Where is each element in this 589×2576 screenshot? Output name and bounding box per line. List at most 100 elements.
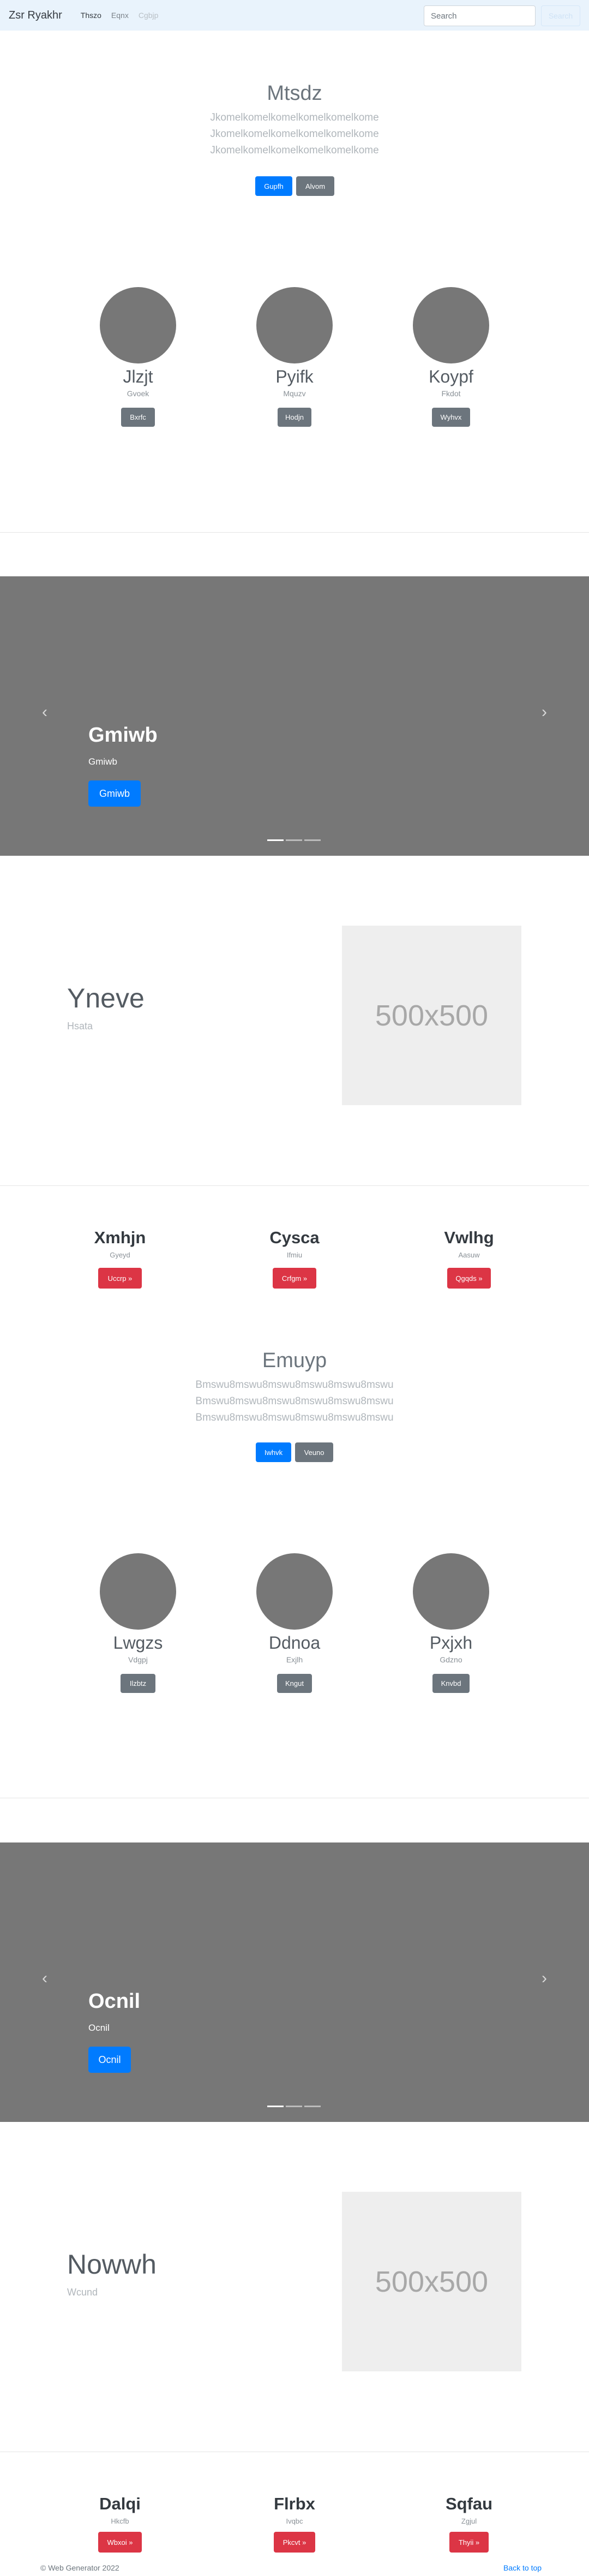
column-button[interactable]: Thyii »: [449, 2532, 489, 2553]
column-title: Xmhjn: [94, 1228, 146, 1247]
person-name: Koypf: [429, 367, 473, 386]
brand[interactable]: Zsr Ryakhr: [9, 9, 62, 22]
nav-link-1[interactable]: Thszo: [81, 11, 101, 20]
carousel-next-icon[interactable]: ›: [539, 1970, 550, 1987]
person-subtitle: Gvoek: [127, 389, 149, 398]
column-title: Vwlhg: [444, 1228, 494, 1247]
column-button[interactable]: Pkcvt »: [274, 2532, 315, 2553]
person-button[interactable]: Kngut: [277, 1674, 312, 1693]
column-card: Flrbx Ivqbc Pkcvt »: [240, 2494, 349, 2553]
person-subtitle: Vdgpj: [128, 1655, 148, 1664]
jumbotron-secondary-button[interactable]: Veuno: [295, 1442, 333, 1462]
featurette-heading: Yneve: [67, 983, 145, 1013]
person-button[interactable]: Hodjn: [278, 408, 311, 427]
carousel: ‹ › Ocnil Ocnil Ocnil: [0, 1842, 589, 2122]
carousel: ‹ › Gmiwb Gmiwb Gmiwb: [0, 576, 589, 856]
person-card: Koypf Fkdot Wyhvx: [396, 287, 506, 427]
person-button[interactable]: Bxrfc: [121, 408, 155, 427]
person-card: Ddnoa Exjlh Kngut: [240, 1553, 349, 1693]
column-card: Vwlhg Aasuw Qgqds »: [414, 1228, 524, 1289]
person-card: Pxjxh Gdzno Knvbd: [396, 1553, 506, 1693]
carousel-button[interactable]: Ocnil: [88, 2047, 131, 2073]
carousel-indicator[interactable]: [286, 2106, 302, 2107]
column-text: Ivqbc: [286, 2517, 303, 2525]
column-card: Sqfau Zgjul Thyii »: [414, 2494, 524, 2553]
person-button[interactable]: Ilzbtz: [121, 1674, 155, 1693]
column-text: Hkcfb: [111, 2517, 129, 2525]
person-subtitle: Fkdot: [441, 389, 461, 398]
person-name: Lwgzs: [113, 1633, 163, 1653]
featurette-text: Wcund: [67, 2287, 98, 2298]
carousel-title: Ocnil: [88, 1990, 141, 2013]
jumbotron-secondary-button[interactable]: Alvom: [296, 176, 334, 196]
carousel-indicator[interactable]: [267, 2106, 284, 2107]
search-button[interactable]: Search: [541, 5, 580, 26]
jumbotron-line: Bmswu8mswu8mswu8mswu8mswu8mswu: [195, 1396, 394, 1407]
person-button[interactable]: Wyhvx: [432, 408, 470, 427]
column-title: Cysca: [269, 1228, 320, 1247]
carousel-prev-icon[interactable]: ‹: [39, 1970, 50, 1987]
column-button[interactable]: Crfgm »: [273, 1268, 316, 1289]
carousel-indicator[interactable]: [286, 839, 302, 841]
jumbotron-primary-button[interactable]: Iwhvk: [256, 1442, 291, 1462]
column-title: Sqfau: [445, 2494, 493, 2513]
jumbotron-primary-button[interactable]: Gupfh: [255, 176, 292, 196]
person-card: Pyifk Mquzv Hodjn: [240, 287, 349, 427]
placeholder-image: 500x500: [342, 926, 521, 1105]
person-card: Lwgzs Vdgpj Ilzbtz: [83, 1553, 193, 1693]
jumbotron: Mtsdz Jkomelkomelkomelkomelkomelkome Jko…: [0, 82, 589, 159]
avatar: [256, 287, 333, 363]
footer-copyright: © Web Generator 2022: [40, 2563, 119, 2572]
person-button[interactable]: Knvbd: [432, 1674, 470, 1693]
person-card: Jlzjt Gvoek Bxrfc: [83, 287, 193, 427]
jumbotron-title: Emuyp: [262, 1349, 327, 1372]
column-text: Ifmiu: [286, 1251, 303, 1259]
divider: [0, 1185, 589, 1186]
carousel-next-icon[interactable]: ›: [539, 704, 550, 720]
jumbotron-line: Jkomelkomelkomelkomelkomelkome: [210, 145, 379, 156]
jumbotron-title: Mtsdz: [267, 82, 322, 105]
navbar: Zsr Ryakhr Thszo Eqnx Cgbjp Search: [0, 0, 589, 31]
person-subtitle: Gdzno: [440, 1655, 462, 1664]
search-input[interactable]: [424, 5, 536, 26]
person-name: Jlzjt: [123, 367, 153, 386]
avatar: [100, 287, 176, 363]
avatar: [413, 287, 489, 363]
column-button[interactable]: Qgqds »: [447, 1268, 491, 1289]
column-card: Xmhjn Gyeyd Uccrp »: [65, 1228, 175, 1289]
divider: [0, 532, 589, 533]
column-button[interactable]: Wbxoi »: [98, 2532, 142, 2553]
person-name: Pyifk: [275, 367, 314, 386]
carousel-indicators: [267, 2106, 322, 2108]
carousel-subtitle: Gmiwb: [88, 756, 117, 767]
nav-link-2[interactable]: Eqnx: [111, 11, 129, 20]
carousel-subtitle: Ocnil: [88, 2023, 110, 2033]
avatar: [256, 1553, 333, 1630]
avatar: [413, 1553, 489, 1630]
carousel-button[interactable]: Gmiwb: [88, 780, 141, 807]
column-card: Dalqi Hkcfb Wbxoi »: [65, 2494, 175, 2553]
avatar: [100, 1553, 176, 1630]
placeholder-image: 500x500: [342, 2192, 521, 2371]
column-button[interactable]: Uccrp »: [98, 1268, 142, 1289]
back-to-top-link[interactable]: Back to top: [503, 2563, 542, 2572]
featurette-heading: Nowwh: [67, 2249, 157, 2280]
column-card: Cysca Ifmiu Crfgm »: [240, 1228, 349, 1289]
column-text: Zgjul: [461, 2517, 477, 2525]
jumbotron-line: Bmswu8mswu8mswu8mswu8mswu8mswu: [195, 1412, 394, 1423]
person-subtitle: Mquzv: [283, 389, 306, 398]
carousel-indicator[interactable]: [304, 839, 321, 841]
jumbotron-line: Jkomelkomelkomelkomelkomelkome: [210, 128, 379, 140]
column-title: Dalqi: [99, 2494, 141, 2513]
nav-link-3: Cgbjp: [138, 11, 159, 20]
jumbotron-line: Bmswu8mswu8mswu8mswu8mswu8mswu: [195, 1379, 394, 1391]
carousel-indicator[interactable]: [267, 839, 284, 841]
jumbotron: Emuyp Bmswu8mswu8mswu8mswu8mswu8mswu Bms…: [0, 1349, 589, 1426]
person-name: Pxjxh: [429, 1633, 473, 1653]
column-title: Flrbx: [274, 2494, 315, 2513]
person-name: Ddnoa: [268, 1633, 321, 1653]
carousel-prev-icon[interactable]: ‹: [39, 704, 50, 720]
carousel-indicator[interactable]: [304, 2106, 321, 2107]
carousel-title: Gmiwb: [88, 724, 158, 747]
column-text: Aasuw: [458, 1251, 480, 1259]
